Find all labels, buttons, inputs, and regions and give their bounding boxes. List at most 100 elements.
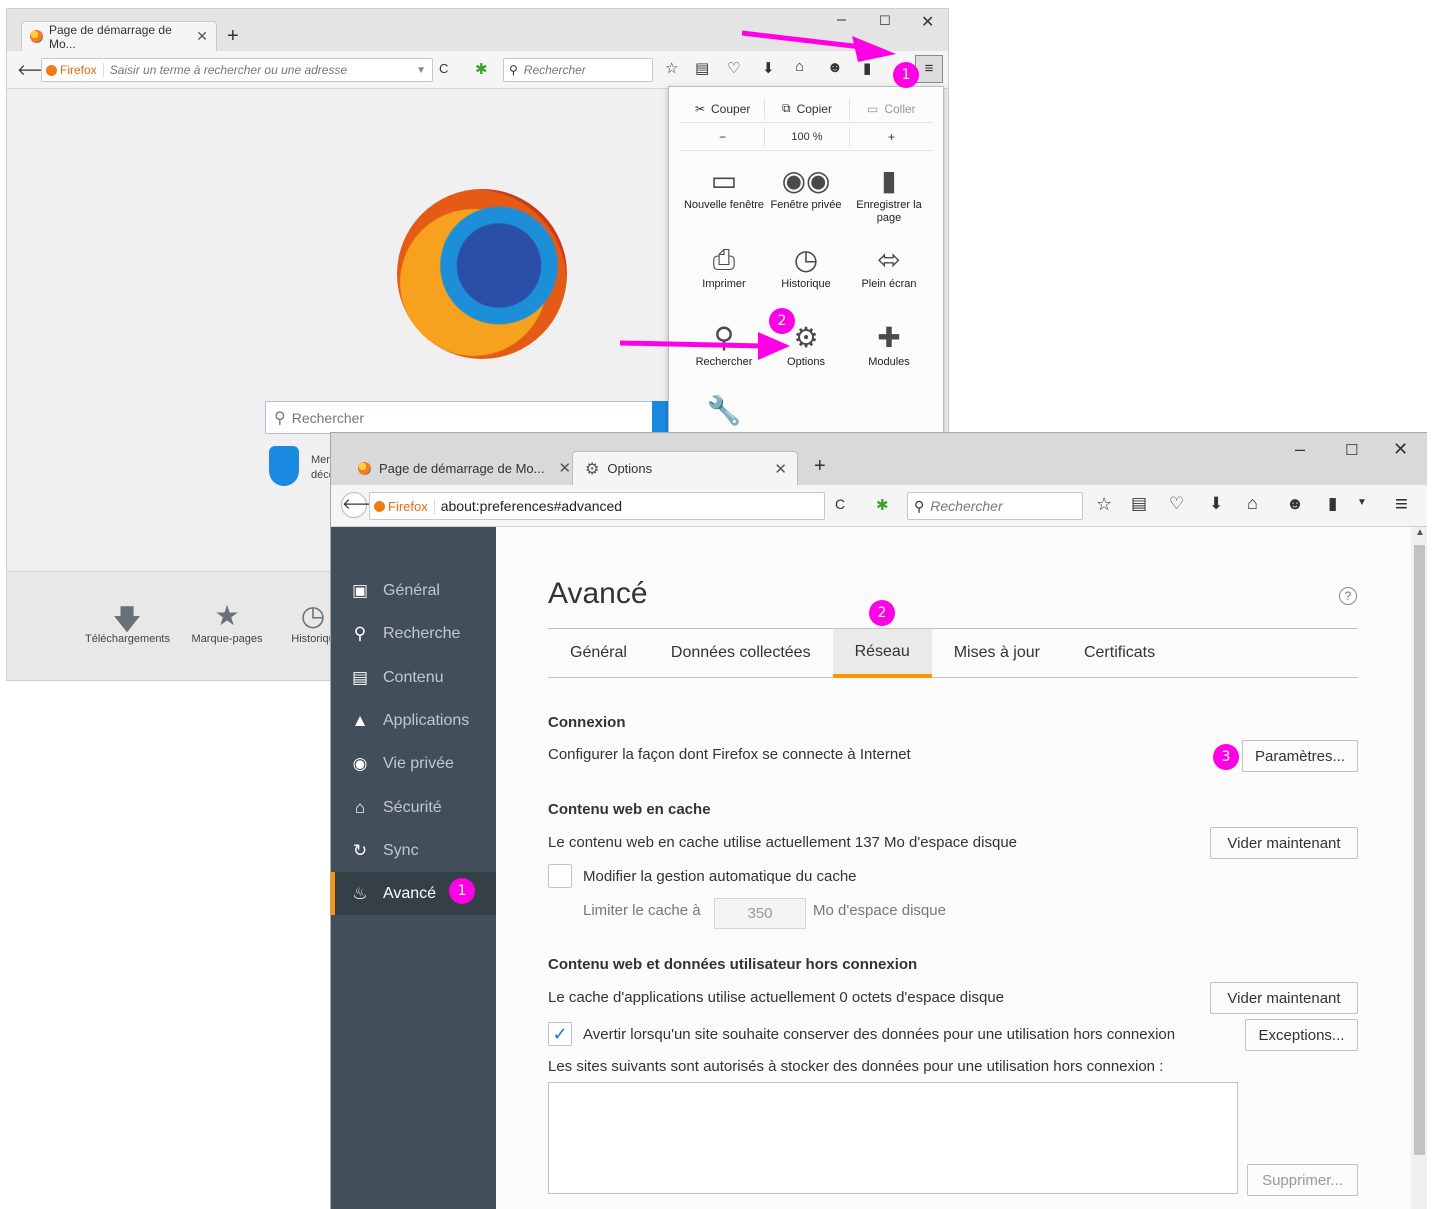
cache-size-input[interactable]: 350	[714, 898, 806, 929]
clear-offline-button[interactable]: Vider maintenant	[1210, 982, 1358, 1014]
bookmark-star-icon[interactable]: ☆	[1096, 494, 1112, 515]
maximize-button[interactable]: ☐	[1345, 441, 1358, 459]
tab-close-icon[interactable]: ✕	[559, 459, 572, 477]
tab-start-page-title: Page de démarrage de Mo...	[379, 460, 545, 476]
search-bar[interactable]: ⚲ Rechercher	[907, 492, 1083, 520]
cache-limit-label: Limiter le cache à	[583, 902, 701, 919]
sidebar-item-applications[interactable]: ▲ Applications	[331, 699, 496, 742]
close-window-button[interactable]: ✕	[1393, 439, 1408, 460]
step-badge-2-front: 2	[869, 600, 895, 626]
back-arrow-icon[interactable]: 🡐	[341, 492, 382, 518]
sidebar-item-privacy[interactable]: ◉ Vie privée	[331, 742, 496, 785]
applications-icon: ▲	[351, 710, 369, 730]
sidebar-item-content[interactable]: ▤ Contenu	[331, 656, 496, 699]
identity-label: Firefox	[388, 498, 428, 514]
cache-heading: Contenu web en cache	[548, 801, 711, 818]
tab-network[interactable]: Réseau	[832, 629, 932, 678]
remove-site-button[interactable]: Supprimer...	[1247, 1164, 1358, 1196]
warn-offline-label[interactable]: Avertir lorsqu'un site souhaite conserve…	[583, 1026, 1175, 1043]
preferences-sidebar: ▣ Général ⚲ Recherche ▤ Contenu ▲ Applicatio…	[331, 527, 496, 1209]
firefox-favicon-icon	[358, 461, 371, 475]
sidebar-item-label: Recherche	[383, 624, 461, 642]
step-badge-2-back: 2	[769, 308, 795, 334]
cache-description: Le contenu web en cache utilise actuelle…	[548, 834, 1018, 851]
help-icon[interactable]: ?	[1339, 587, 1357, 605]
sidebar-item-label: Vie privée	[383, 754, 454, 772]
download-icon[interactable]: ⬇	[1209, 494, 1223, 514]
sidebar-item-general[interactable]: ▣ Général	[331, 569, 496, 612]
offline-description: Le cache d'applications utilise actuelle…	[548, 989, 1005, 1006]
sync-icon: ↻	[352, 840, 368, 860]
sidebar-item-security[interactable]: ⌂ Sécurité	[331, 786, 496, 829]
reload-icon[interactable]: C	[835, 496, 845, 512]
search-icon: ⚲	[353, 623, 367, 643]
connection-heading: Connexion	[548, 714, 626, 731]
bookmarks-menu-icon[interactable]: ▤	[1131, 494, 1147, 514]
checkmark-icon: ✓	[552, 1024, 568, 1044]
step-badge-1-back: 1	[893, 62, 919, 88]
tab-general[interactable]: Général	[548, 629, 649, 677]
tab-data-choices[interactable]: Données collectées	[649, 629, 833, 677]
sidebar-item-search[interactable]: ⚲ Recherche	[331, 612, 496, 655]
clear-cache-button[interactable]: Vider maintenant	[1210, 827, 1358, 859]
exceptions-button[interactable]: Exceptions...	[1245, 1019, 1358, 1051]
sidebar-item-label: Sync	[383, 841, 419, 859]
chevron-down-icon[interactable]: ▼	[1357, 497, 1367, 508]
vertical-scrollbar[interactable]: ▲	[1411, 527, 1427, 1209]
front-titlebar: Page de démarrage de Mo... ✕ ⚙ Options ✕…	[331, 433, 1427, 485]
tab-options[interactable]: ⚙ Options ✕	[572, 451, 798, 485]
advanced-tabs: Général Données collectées Réseau Mises …	[548, 628, 1358, 678]
arrowhead-to-menu	[852, 36, 896, 62]
front-navbar: 🡐 Firefox about:preferences#advanced C ✱…	[331, 485, 1427, 527]
extension-icon[interactable]: ✱	[876, 496, 889, 514]
sidebar-item-label: Avancé	[383, 884, 437, 902]
sidebar-item-label: Général	[383, 581, 440, 599]
connection-settings-button[interactable]: Paramètres...	[1242, 740, 1358, 772]
security-icon: ⌂	[354, 797, 366, 817]
tab-updates[interactable]: Mises à jour	[932, 629, 1062, 677]
arrow-to-menu	[741, 30, 871, 51]
privacy-mask-icon: ◉	[352, 753, 368, 773]
override-cache-checkbox[interactable]	[548, 864, 572, 888]
arrow-to-options	[619, 340, 766, 349]
options-browser-window: Page de démarrage de Mo... ✕ ⚙ Options ✕…	[330, 432, 1427, 1209]
search-placeholder: Rechercher	[930, 498, 1003, 514]
cache-limit-unit: Mo d'espace disque	[813, 902, 946, 919]
open-menu-hamburger-icon[interactable]: ≡	[1395, 491, 1408, 517]
hello-icon[interactable]: ☻	[1286, 494, 1304, 514]
page-title: Avancé	[548, 577, 648, 610]
arrowhead-to-options	[758, 332, 790, 360]
advanced-icon: ♨	[352, 883, 368, 903]
step-badge-3-front: 3	[1213, 744, 1239, 770]
general-icon: ▣	[351, 580, 369, 600]
tab-start-page[interactable]: Page de démarrage de Mo... ✕	[346, 451, 572, 485]
offline-sites-list[interactable]	[548, 1082, 1238, 1194]
sidebar-item-label: Sécurité	[383, 798, 442, 816]
firefox-identity-icon	[374, 500, 385, 512]
connection-description: Configurer la façon dont Firefox se conn…	[548, 746, 911, 763]
minimize-button[interactable]: –	[1295, 439, 1305, 460]
warn-offline-checkbox[interactable]: ✓	[548, 1022, 572, 1046]
content-icon: ▤	[351, 667, 369, 687]
tab-options-title: Options	[607, 461, 653, 476]
step-badge-1-front: 1	[449, 878, 475, 904]
gear-icon: ⚙	[585, 460, 600, 478]
sidebar-item-label: Contenu	[383, 668, 444, 686]
sidebar-item-label: Applications	[383, 711, 470, 729]
override-cache-label[interactable]: Modifier la gestion automatique du cache	[583, 868, 857, 885]
tab-close-icon[interactable]: ✕	[774, 460, 787, 478]
clipboard-icon[interactable]: ▮	[1328, 494, 1337, 514]
sidebar-item-sync[interactable]: ↻ Sync	[331, 829, 496, 872]
offline-sites-label: Les sites suivants sont autorisés à stoc…	[548, 1058, 1164, 1075]
offline-heading: Contenu web et données utilisateur hors …	[548, 956, 918, 973]
url-bar[interactable]: Firefox about:preferences#advanced	[369, 492, 825, 520]
home-icon[interactable]: ⌂	[1247, 493, 1258, 514]
identity-box[interactable]: Firefox	[370, 498, 435, 514]
new-tab-button[interactable]: +	[814, 455, 826, 478]
scrollbar-thumb[interactable]	[1414, 545, 1425, 1155]
preferences-content: Avancé ? Général Données collectées Rése…	[496, 527, 1411, 1209]
url-text: about:preferences#advanced	[440, 498, 623, 514]
pocket-icon[interactable]: ♡	[1169, 494, 1184, 514]
tab-certificates[interactable]: Certificats	[1062, 629, 1177, 677]
scroll-up-icon[interactable]: ▲	[1415, 527, 1425, 538]
